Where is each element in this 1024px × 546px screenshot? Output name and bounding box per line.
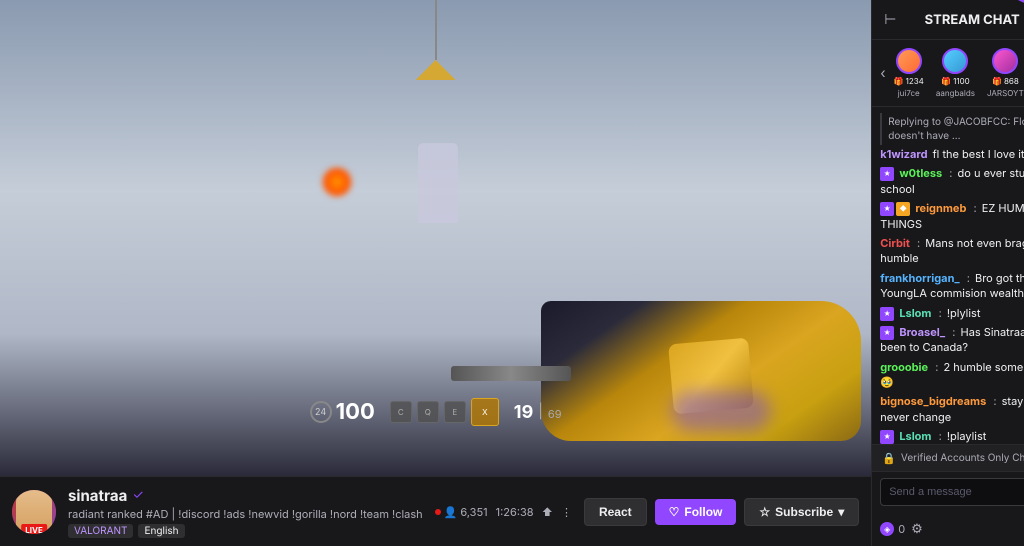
chat-message-9: bignose_bigdreams : stay humble, never c… xyxy=(880,394,1024,425)
verified-icon: ✓ xyxy=(132,487,144,503)
channel-points: ◈ 0 xyxy=(880,522,905,536)
viewer-count: 👤 6,351 xyxy=(435,505,488,519)
chat-badges-3: ★◆ xyxy=(880,202,910,216)
chat-badges-7: ★ xyxy=(880,326,894,340)
chat-text-6: !plylist xyxy=(947,306,981,320)
chat-username-4[interactable]: Cirbit xyxy=(880,236,910,250)
star-icon: ☆ xyxy=(759,505,770,519)
chat-message-7: ★ Broasel_ : Has Sinatraa ever been to C… xyxy=(880,325,1024,356)
chat-message-1: Replying to @JACOBFCC: Florida doesn't h… xyxy=(880,113,1024,162)
featured-score-2: 🎁 1100 xyxy=(941,76,970,86)
gift-icon-3: 🎁 xyxy=(992,76,1002,86)
lock-icon: 🔒 xyxy=(882,451,896,465)
streamer-name: sinatraa xyxy=(68,486,127,505)
chat-badges-6: ★ xyxy=(880,307,894,321)
chat-message-2: ★ w0tless : do u ever study during schoo… xyxy=(880,166,1024,197)
featured-bar: ‹ 🎁 1234 jui7ce 🎁 1100 aangbalds xyxy=(872,40,1024,107)
chat-messages: Replying to @JACOBFCC: Florida doesn't h… xyxy=(872,107,1024,444)
share-icon[interactable]: ⬆ xyxy=(542,505,553,519)
featured-name-3: JARSOYT xyxy=(987,88,1024,98)
chat-message-6: ★ Lslom : !plylist xyxy=(880,306,1024,321)
chat-text-1: fl the best I love it here ong xyxy=(933,147,1024,161)
chat-username-9[interactable]: bignose_bigdreams xyxy=(880,394,986,408)
streamer-avatar: LIVE xyxy=(12,490,56,534)
health-display: 24 100 xyxy=(310,399,375,425)
verified-notice-text: Verified Accounts Only Chat xyxy=(901,452,1024,464)
ability-bar: C Q E X xyxy=(390,398,499,426)
streamer-name-row: sinatraa ✓ xyxy=(68,486,423,505)
game-tag[interactable]: VALORANT xyxy=(68,524,133,538)
chat-header: ⊢ STREAM CHAT 👤+ xyxy=(872,0,1024,40)
chat-message-3: ★◆ reignmeb : EZ HUMBLE THINGS xyxy=(880,201,1024,232)
chat-badges-2: ★ xyxy=(880,167,894,181)
react-button[interactable]: React xyxy=(584,498,647,526)
featured-avatar-1 xyxy=(896,48,922,74)
gift-icon-2: 🎁 xyxy=(941,76,951,86)
chat-reply-1: Replying to @JACOBFCC: Florida doesn't h… xyxy=(880,113,1024,145)
health-circle-label: 24 xyxy=(310,401,332,423)
featured-item-2[interactable]: 🎁 1100 aangbalds xyxy=(932,46,979,100)
featured-avatar-2 xyxy=(942,48,968,74)
chat-text-10: !playlist xyxy=(947,429,987,443)
viewers-info: 👤 6,351 1:26:38 ⬆ ⋮ xyxy=(435,505,572,519)
featured-name-1: jui7ce xyxy=(898,88,920,98)
live-badge: LIVE xyxy=(21,524,47,534)
chat-username-6[interactable]: Lslom xyxy=(899,306,931,320)
heart-icon: ♡ xyxy=(669,505,680,519)
chat-username-7[interactable]: Broasel_ xyxy=(899,325,945,339)
chat-section: ⊢ STREAM CHAT 👤+ ‹ 🎁 xyxy=(871,0,1024,546)
chat-username-2[interactable]: w0tless xyxy=(899,166,942,180)
live-dot xyxy=(435,509,441,515)
viewer-number: 👤 6,351 xyxy=(444,505,488,519)
featured-prev-button[interactable]: ‹ xyxy=(880,65,885,82)
subscribe-dropdown-icon: ▾ xyxy=(838,505,844,519)
hud-bottom: 24 100 C Q E X 19 | 69 xyxy=(310,398,562,426)
chat-username-8[interactable]: grooobie xyxy=(880,360,928,374)
chat-username-5[interactable]: frankhorrigan_ xyxy=(880,271,959,285)
chat-settings-button[interactable]: ⚙ xyxy=(911,521,923,537)
gift-icon: 🎁 xyxy=(894,76,904,86)
ammo-display: 19 | 69 xyxy=(514,402,562,423)
featured-item-3[interactable]: 🎁 868 JARSOYT xyxy=(983,46,1024,100)
language-tag[interactable]: English xyxy=(138,524,184,538)
points-icon: ◈ xyxy=(880,522,894,536)
featured-item-1[interactable]: 🎁 1234 jui7ce xyxy=(890,46,928,100)
chat-username-3[interactable]: reignmeb xyxy=(915,201,966,215)
follow-button[interactable]: ♡ Follow xyxy=(655,499,737,525)
featured-name-2: aangbalds xyxy=(936,88,975,98)
chat-title: STREAM CHAT xyxy=(898,12,1024,28)
stream-tags: VALORANT English xyxy=(68,524,423,538)
ammo-current: 19 xyxy=(514,402,533,423)
uptime: 1:26:38 xyxy=(496,505,534,519)
chat-message-5: frankhorrigan_ : Bro got that YoungLA co… xyxy=(880,271,1024,302)
featured-avatar-3 xyxy=(992,48,1018,74)
stream-actions: React ♡ Follow ☆ Subscribe ▾ xyxy=(584,498,859,526)
featured-score-3: 🎁 868 xyxy=(992,76,1019,86)
chat-message-8: grooobie : 2 humble some might say 🥹 xyxy=(880,360,1024,391)
ammo-reserve: 69 xyxy=(548,407,562,421)
chat-message-input[interactable] xyxy=(889,486,1024,498)
stream-description: radiant ranked #AD | !discord !ads !newv… xyxy=(68,507,423,521)
stream-info-bar: LIVE sinatraa ✓ radiant ranked #AD | !di… xyxy=(0,476,871,546)
chat-message-10: ★ Lslom : !playlist xyxy=(880,429,1024,444)
featured-score-1: 🎁 1234 xyxy=(894,76,924,86)
streamer-info: sinatraa ✓ radiant ranked #AD | !discord… xyxy=(68,486,423,538)
chat-bottom-bar: ◈ 0 ⚙ Chat xyxy=(872,512,1024,546)
chat-input-area: ◇ ◎ xyxy=(872,471,1024,512)
collapse-chat-button[interactable]: ⊢ xyxy=(882,9,898,30)
health-value: 100 xyxy=(336,399,375,425)
chat-message-4: Cirbit : Mans not even bragging so humbl… xyxy=(880,236,1024,267)
purple-arrow-indicator xyxy=(976,0,1024,10)
chat-badges-10: ★ xyxy=(880,430,894,444)
chat-username-1[interactable]: k1wizard xyxy=(880,147,927,161)
points-value: 0 xyxy=(898,522,905,536)
more-options-icon[interactable]: ⋮ xyxy=(561,505,572,519)
subscribe-button[interactable]: ☆ Subscribe ▾ xyxy=(744,498,859,526)
chat-username-10[interactable]: Lslom xyxy=(899,429,931,443)
verified-notice: 🔒 Verified Accounts Only Chat xyxy=(872,444,1024,471)
chat-input-row: ◇ ◎ xyxy=(880,478,1024,506)
